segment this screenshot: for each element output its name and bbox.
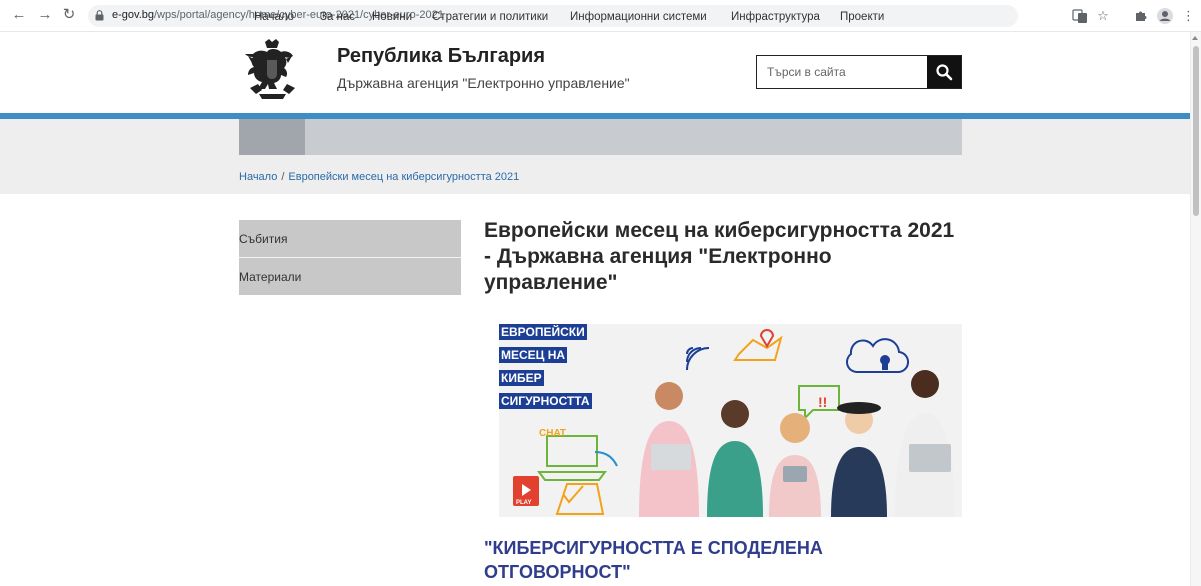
bookmark-star-icon[interactable]: ☆ <box>1095 8 1111 24</box>
nav-item-home[interactable]: Начало <box>254 11 294 23</box>
chat-doodle-text: CHAT <box>539 428 566 439</box>
breadcrumb-separator: / <box>281 171 285 183</box>
back-arrow-icon[interactable]: ← <box>10 6 28 24</box>
breadcrumb-home-link[interactable]: Начало <box>239 171 277 183</box>
site-title[interactable]: Република България <box>337 45 545 68</box>
banner-text-line-2: МЕСЕЦ НА <box>499 347 568 363</box>
search-input[interactable] <box>757 56 927 88</box>
page-title: Европейски месец на киберсигурността 202… <box>484 219 955 294</box>
nav-item-about[interactable]: За нас <box>320 11 355 23</box>
site-subtitle: Държавна агенция "Електронно управление" <box>337 75 630 91</box>
extensions-puzzle-icon[interactable] <box>1133 8 1149 24</box>
scroll-thumb[interactable] <box>1193 46 1199 216</box>
menu-kebab-icon[interactable]: ⋮ <box>1182 8 1195 24</box>
nav-item-infrastructure[interactable]: Инфраструктура <box>731 11 820 23</box>
sidebar-item-label: Събития <box>239 232 288 246</box>
sidebar-item-label: Материали <box>239 270 302 284</box>
banner-text-line-1: ЕВРОПЕЙСКИ <box>499 324 587 340</box>
scroll-up-arrow-icon[interactable] <box>1192 36 1198 40</box>
play-doodle-text: PLAY <box>516 500 531 506</box>
nav-item-projects[interactable]: Проекти <box>840 11 884 23</box>
svg-text:!!: !! <box>818 394 827 410</box>
reload-icon[interactable]: ↻ <box>60 6 78 24</box>
breadcrumb-current[interactable]: Европейски месец на киберсигурността 202… <box>288 171 519 183</box>
breadcrumb: Начало / Европейски месец на киберсигурнос… <box>239 171 519 183</box>
search-icon <box>936 64 953 81</box>
banner-text-line-4: СИГУРНОСТТА <box>499 393 592 409</box>
search-box <box>756 55 962 89</box>
banner-illustration: !! CHAT PLAY <box>499 324 962 517</box>
url-host: e-gov.bg <box>112 9 154 21</box>
profile-avatar-icon[interactable] <box>1157 8 1173 24</box>
nav-item-home-active[interactable] <box>239 119 305 155</box>
sidebar-item-events[interactable]: Събития <box>239 220 461 257</box>
banner-text-line-3: КИБЕР <box>499 370 544 386</box>
search-button[interactable] <box>927 56 961 88</box>
forward-arrow-icon[interactable]: → <box>36 6 54 24</box>
nav-item-strategies[interactable]: Стратегии и политики <box>432 11 548 23</box>
translate-icon[interactable] <box>1072 8 1088 24</box>
sidebar-item-materials[interactable]: Материали <box>239 258 461 295</box>
lock-icon <box>95 10 104 21</box>
main-navigation <box>239 119 962 155</box>
nav-item-information-systems[interactable]: Информационни системи <box>570 11 707 23</box>
cybersecurity-month-banner-image: !! CHAT PLAY ЕВРОПЕЙСКИ МЕСЕЦ НА КИБЕР С… <box>499 324 962 517</box>
nav-item-news[interactable]: Новини <box>372 11 412 23</box>
coat-of-arms-logo[interactable] <box>245 38 300 101</box>
section-subtitle: "КИБЕРСИГУРНОСТТА Е СПОДЕЛЕНА ОТГОВОРНОС… <box>484 538 823 582</box>
